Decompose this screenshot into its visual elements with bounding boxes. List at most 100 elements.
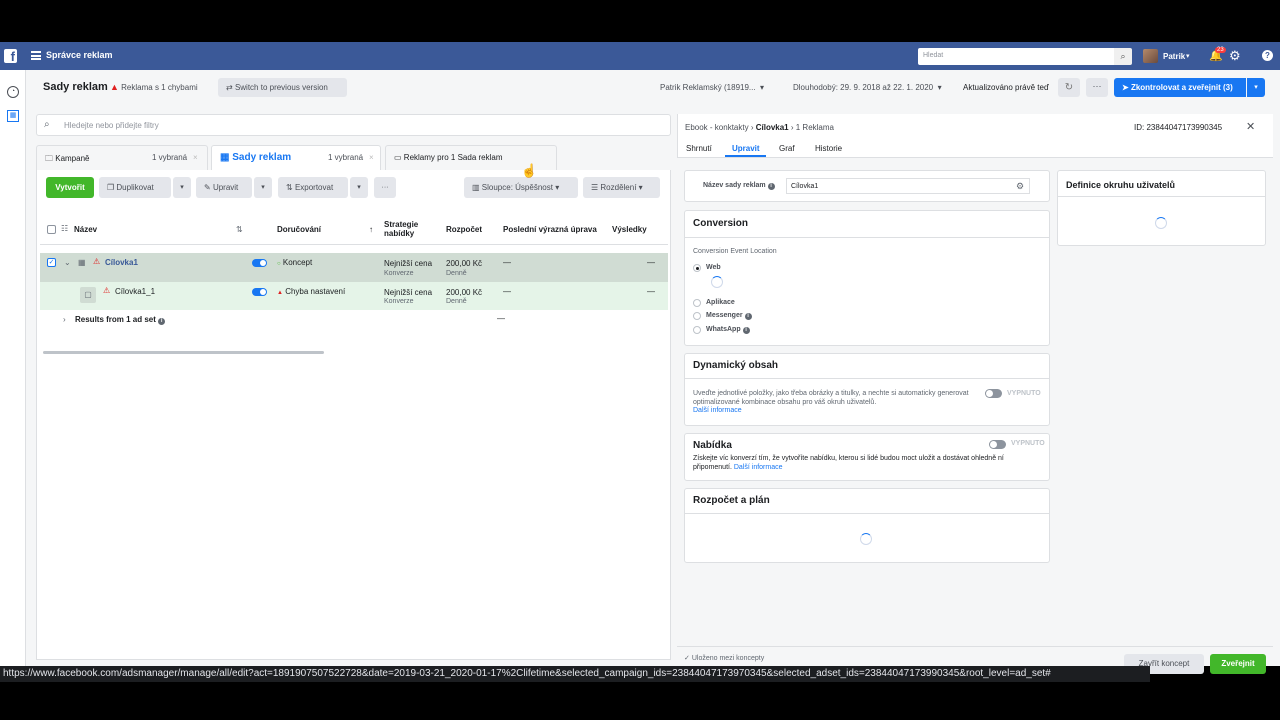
ad-set-id: ID: 23844047173990345 <box>1134 123 1223 132</box>
column-header-delivery[interactable]: Doručování <box>277 225 321 234</box>
filter-search-input[interactable]: Hledejte nebo přidejte filtry <box>36 114 671 136</box>
radio-whatsapp-option[interactable]: WhatsApp i <box>706 326 750 334</box>
select-all-checkbox[interactable] <box>47 225 56 234</box>
ad-set-name-label-text: Název sady reklam <box>703 182 766 189</box>
tab-graph[interactable]: Graf <box>779 144 795 153</box>
info-icon[interactable]: i <box>158 318 166 325</box>
radio-whatsapp[interactable] <box>693 326 701 334</box>
row-options-icon[interactable]: ☷ <box>61 224 68 233</box>
column-header-last-edit[interactable]: Poslední výrazná úprava <box>503 225 597 234</box>
offer-switch[interactable] <box>989 440 1006 449</box>
duplicate-label: Duplikovat <box>116 183 154 192</box>
user-name[interactable]: Patrik <box>1163 52 1185 61</box>
radio-messenger[interactable] <box>693 312 701 320</box>
delivery-text: Koncept <box>282 258 313 267</box>
ad-set-toggle[interactable] <box>252 259 267 267</box>
column-header-results[interactable]: Výsledky <box>612 225 647 234</box>
info-icon[interactable]: i <box>742 327 750 334</box>
more-options-button[interactable]: ··· <box>374 177 396 198</box>
error-summary[interactable]: ▲ Reklama s 1 chybami <box>110 82 198 92</box>
breadcrumb-campaign[interactable]: Ebook - konktakty <box>685 123 749 132</box>
breakdown-button[interactable]: ☰ Rozdělení ▾ <box>583 177 660 198</box>
publish-button[interactable]: Zveřejnit <box>1210 654 1266 674</box>
sort-icon[interactable]: ⇅ <box>236 225 243 234</box>
help-icon[interactable]: ? <box>1262 50 1273 61</box>
radio-app-label[interactable]: Aplikace <box>706 299 735 306</box>
tab-edit[interactable]: Upravit <box>732 144 760 153</box>
ad-set-name-link[interactable]: Cílovka1 <box>105 258 138 267</box>
bid-strategy: Nejnižší cena <box>384 288 433 297</box>
chevron-down-icon[interactable]: ▾ <box>350 177 368 198</box>
learn-more-link[interactable]: Další informace <box>693 407 742 414</box>
column-header-budget[interactable]: Rozpočet <box>446 225 482 234</box>
chevron-down-icon[interactable]: ▾ <box>1247 78 1265 97</box>
dynamic-content-switch[interactable] <box>985 389 1002 398</box>
dashboard-gauge-icon[interactable]: ◔ <box>7 86 19 98</box>
gear-icon[interactable]: ⚙ <box>1016 181 1024 192</box>
ad-toggle[interactable] <box>252 288 267 296</box>
close-icon[interactable]: × <box>369 153 374 162</box>
close-icon[interactable]: ✕ <box>1246 120 1255 133</box>
ad-icon: ▢ <box>80 287 96 303</box>
app-title[interactable]: Správce reklam <box>46 50 113 60</box>
pencil-icon: ✎ <box>204 183 211 192</box>
info-icon[interactable]: i <box>767 183 775 190</box>
more-options-button[interactable]: ··· <box>1086 78 1108 97</box>
save-status: ✓ Uloženo mezi koncepty <box>684 654 764 662</box>
info-icon[interactable]: i <box>744 313 752 320</box>
review-publish-button[interactable]: ➤ Zkontrolovat a zveřejnit (3) <box>1114 78 1246 97</box>
radio-messenger-option[interactable]: Messenger i <box>706 312 752 320</box>
columns-icon: ▥ <box>472 183 480 192</box>
menu-hamburger-icon[interactable] <box>31 51 41 60</box>
ad-set-name-input[interactable]: Cílovka1 <box>786 178 1030 194</box>
gear-icon[interactable]: ⚙ <box>1229 48 1241 64</box>
create-button[interactable]: Vytvořit <box>46 177 94 198</box>
tab-campaigns[interactable]: 🗀 Kampaně 1 vybraná × <box>36 145 208 170</box>
column-header-name[interactable]: Název <box>74 225 97 234</box>
search-icon[interactable]: ⌕ <box>1114 48 1132 65</box>
column-header-strategy[interactable]: Strategie nabídky <box>384 220 434 238</box>
radio-web-label[interactable]: Web <box>706 264 721 271</box>
edit-button[interactable]: ✎ Upravit <box>196 177 252 198</box>
chevron-down-icon[interactable]: ▾ <box>254 177 272 198</box>
sort-ascending-icon[interactable]: ↑ <box>369 225 373 234</box>
horizontal-scrollbar[interactable] <box>43 351 324 354</box>
breadcrumb-ads[interactable]: 1 Reklama <box>796 123 834 132</box>
close-icon[interactable]: × <box>193 153 198 162</box>
tab-history[interactable]: Historie <box>815 144 842 153</box>
duplicate-button[interactable]: ❐ Duplikovat <box>99 177 171 198</box>
refresh-icon[interactable]: ↻ <box>1058 78 1080 97</box>
ad-set-name-label: Název sady reklam i <box>703 182 775 190</box>
columns-label: Sloupce: Úspěšnost <box>481 183 553 192</box>
chevron-down-icon[interactable]: ▾ <box>173 177 191 198</box>
row-checkbox[interactable]: ✓ <box>47 258 56 267</box>
chevron-down-icon: ▾ <box>638 183 643 192</box>
date-range-selector[interactable]: Dlouhodobý: 29. 9. 2018 až 22. 1. 2020 ▾ <box>793 83 942 92</box>
switch-state-label: VYPNUTO <box>1007 390 1041 397</box>
radio-app[interactable] <box>693 299 701 307</box>
columns-button[interactable]: ▥ Sloupce: Úspěšnost ▾ <box>464 177 578 198</box>
last-edit-value: — <box>503 258 511 267</box>
tab-ad-sets[interactable]: ▦ Sady reklam 1 vybraná × <box>211 145 381 170</box>
tab-ads-label: Reklamy pro 1 Sada reklam <box>403 153 503 162</box>
table-grid-icon[interactable]: ▦ <box>7 110 19 122</box>
chevron-down-icon[interactable]: ▾ <box>1186 52 1190 60</box>
expand-chevron-icon[interactable]: ⌄ <box>64 258 71 267</box>
breadcrumb-ad-set[interactable]: Cílovka1 <box>756 123 789 132</box>
tab-summary[interactable]: Shrnutí <box>686 144 712 153</box>
avatar[interactable] <box>1143 49 1158 63</box>
export-button[interactable]: ⇅ Exportovat <box>278 177 348 198</box>
divider <box>684 237 1050 238</box>
facebook-logo-icon[interactable]: f <box>4 49 17 64</box>
learn-more-link[interactable]: Další informace <box>734 464 783 471</box>
account-selector[interactable]: Patrik Reklamský (18919... ▾ <box>660 83 764 92</box>
budget-period: Denně <box>446 270 467 277</box>
global-search-input[interactable]: Hledat <box>918 48 1114 65</box>
chevron-right-icon[interactable]: › <box>63 315 66 324</box>
breakdown-label: Rozdělení <box>600 183 637 192</box>
radio-web[interactable] <box>693 264 701 272</box>
switch-version-button[interactable]: ⇄ Switch to previous version <box>218 78 347 97</box>
conversion-title: Conversion <box>693 218 749 229</box>
folder-icon: 🗀 <box>45 154 53 163</box>
ad-name-link[interactable]: Cílovka1_1 <box>115 287 155 296</box>
